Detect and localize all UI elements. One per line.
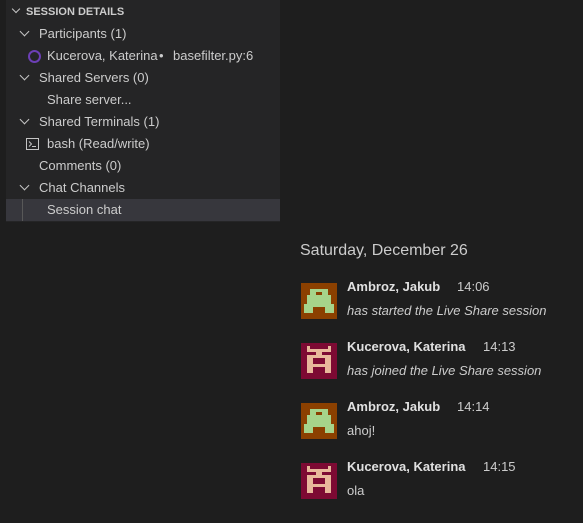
avatar-ambroz	[301, 403, 337, 439]
chat-message: Kucerova, Katerina 14:15 ola	[301, 459, 581, 523]
share-server-button[interactable]: Share server...	[6, 89, 280, 111]
tree-item-session-chat[interactable]: Session chat	[6, 199, 280, 221]
avatar-ambroz	[301, 283, 337, 319]
chat-date-separator: Saturday, December 26	[300, 242, 468, 259]
chat-message: Kucerova, Katerina 14:13 has joined the …	[301, 339, 581, 403]
indent-guide	[22, 199, 23, 221]
tree-item-terminal[interactable]: bash (Read/write)	[6, 133, 280, 155]
tree-item-participant[interactable]: Kucerova, Katerina • basefilter.py:6	[6, 45, 280, 67]
tree-item-shared-terminals[interactable]: Shared Terminals (1)	[6, 111, 280, 133]
participant-status-icon	[28, 50, 41, 63]
chevron-down-icon	[19, 180, 30, 191]
chevron-down-icon	[19, 70, 30, 81]
tree-item-shared-servers[interactable]: Shared Servers (0)	[6, 67, 280, 89]
chat-message: Ambroz, Jakub 14:14 ahoj!	[301, 399, 581, 463]
avatar-kucerova	[301, 343, 337, 379]
chevron-down-icon	[11, 4, 21, 14]
session-details-header[interactable]: SESSION DETAILS	[6, 1, 280, 23]
tree-item-participants[interactable]: Participants (1)	[6, 23, 280, 45]
terminal-icon	[26, 138, 39, 150]
chat-message: Ambroz, Jakub 14:06 has started the Live…	[301, 279, 581, 343]
tree-item-chat-channels[interactable]: Chat Channels	[6, 177, 280, 199]
chevron-down-icon	[19, 26, 30, 37]
chevron-down-icon	[19, 114, 30, 125]
session-details-panel: SESSION DETAILS Participants (1) Kucerov…	[6, 0, 280, 222]
avatar-kucerova	[301, 463, 337, 499]
tree-item-comments[interactable]: Comments (0)	[6, 155, 280, 177]
